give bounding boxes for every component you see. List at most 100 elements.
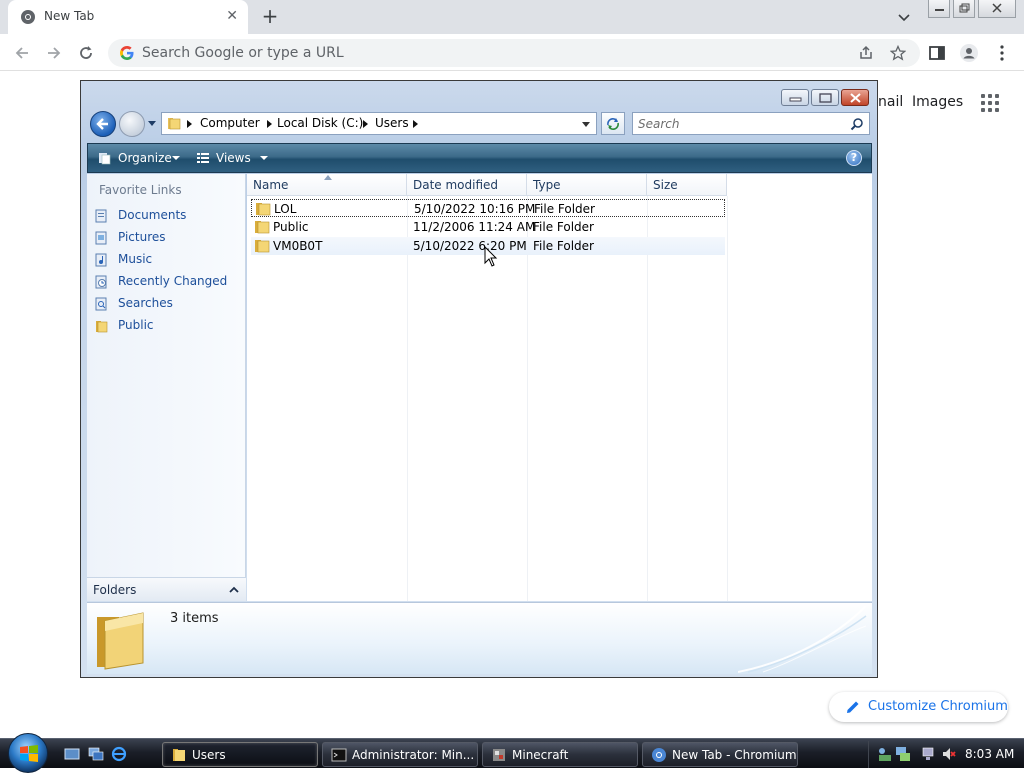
chromium-icon — [652, 748, 666, 762]
favorite-links-heading: Favorite Links — [99, 183, 182, 197]
views-icon — [197, 153, 209, 163]
bookmark-star-icon[interactable] — [890, 45, 906, 61]
explorer-back-button[interactable] — [90, 111, 116, 137]
minimize-icon — [789, 97, 802, 102]
refresh-button[interactable] — [601, 112, 625, 135]
restore-button[interactable] — [953, 0, 975, 18]
recently-changed-icon — [95, 275, 107, 289]
taskbar-button-users[interactable]: Users — [162, 742, 318, 767]
network-icon[interactable] — [921, 746, 937, 762]
file-row[interactable]: LOL 5/10/2022 10:16 PM File Folder — [251, 199, 725, 217]
history-dropdown-icon[interactable] — [147, 121, 157, 127]
pictures-icon — [95, 231, 107, 245]
help-button[interactable]: ? — [846, 150, 862, 166]
taskbar-button-label: Administrator: Min... — [352, 748, 475, 762]
share-icon[interactable] — [858, 45, 874, 61]
explorer-close-button[interactable] — [841, 89, 869, 106]
column-header-name[interactable]: Name — [247, 174, 407, 196]
close-icon — [992, 3, 1002, 13]
music-icon — [95, 253, 107, 267]
address-row: Computer Local Disk (C:) Users Search — [87, 109, 873, 139]
breadcrumb-computer[interactable]: Computer — [200, 116, 260, 130]
file-type: File Folder — [533, 239, 594, 253]
address-dropdown-icon[interactable] — [582, 122, 590, 127]
command-bar: Organize Views ? — [87, 143, 872, 173]
column-label: Size — [653, 178, 678, 192]
organize-button[interactable]: Organize — [118, 151, 172, 165]
reload-icon[interactable] — [76, 43, 96, 63]
tab-new-tab[interactable]: New Tab ✕ — [8, 0, 248, 34]
pencil-icon — [847, 701, 859, 713]
chevron-down-icon[interactable] — [895, 8, 913, 26]
folders-toggle[interactable]: Folders — [87, 577, 246, 601]
google-apps-icon[interactable] — [981, 94, 999, 112]
column-header-type[interactable]: Type — [527, 174, 647, 196]
cmd-icon — [331, 748, 347, 762]
file-date: 11/2/2006 11:24 AM — [413, 220, 536, 234]
nav-item-searches[interactable]: Searches — [95, 295, 243, 313]
chevron-up-icon — [229, 586, 239, 593]
show-desktop-icon[interactable] — [64, 746, 80, 762]
nav-item-documents[interactable]: Documents — [95, 207, 243, 225]
gmail-link[interactable]: nail — [878, 94, 903, 110]
address-bar[interactable]: Computer Local Disk (C:) Users — [161, 112, 597, 135]
explorer-search-input[interactable]: Search — [632, 112, 870, 135]
breadcrumb-arrow-icon[interactable] — [187, 120, 192, 128]
start-button[interactable] — [8, 733, 48, 773]
documents-icon — [95, 209, 107, 223]
back-arrow-icon — [96, 118, 108, 130]
back-arrow-icon[interactable] — [12, 43, 32, 63]
taskbar-button-minecraft[interactable]: Minecraft — [482, 742, 638, 767]
clock[interactable]: 8:03 AM — [965, 747, 1014, 761]
nav-item-music[interactable]: Music — [95, 251, 243, 269]
close-tab-icon[interactable]: ✕ — [226, 8, 238, 24]
nav-item-public[interactable]: Public — [95, 317, 243, 335]
images-link[interactable]: Images — [912, 94, 963, 110]
switch-windows-icon[interactable] — [88, 746, 104, 762]
nav-item-recently-changed[interactable]: Recently Changed — [95, 273, 243, 291]
breadcrumb-arrow-icon[interactable] — [267, 120, 272, 128]
searches-icon — [95, 297, 107, 311]
explorer-maximize-button[interactable] — [811, 89, 839, 106]
taskbar-button-administrator[interactable]: Administrator: Min... — [322, 742, 478, 767]
minimize-button[interactable] — [928, 0, 950, 18]
breadcrumb-arrow-icon[interactable] — [413, 120, 418, 128]
organize-dropdown-icon[interactable] — [172, 156, 180, 160]
omnibox-placeholder: Search Google or type a URL — [142, 45, 344, 61]
omnibox[interactable]: Search Google or type a URL — [108, 39, 920, 67]
taskbar-button-label: New Tab - Chromium — [672, 748, 797, 762]
breadcrumb-local-disk[interactable]: Local Disk (C:) — [277, 116, 363, 130]
volume-muted-icon[interactable] — [941, 746, 957, 762]
breadcrumb-users[interactable]: Users — [375, 116, 409, 130]
explorer-minimize-button[interactable] — [781, 89, 809, 106]
taskbar-button-chromium[interactable]: New Tab - Chromium — [642, 742, 798, 767]
folder-icon — [173, 749, 185, 761]
decorative-swoosh — [738, 605, 867, 673]
views-button[interactable]: Views — [216, 151, 251, 165]
nav-item-label: Public — [118, 318, 154, 332]
close-window-button[interactable] — [978, 0, 1016, 18]
folder-icon — [255, 221, 270, 234]
taskbar-button-label: Users — [192, 748, 226, 762]
forward-arrow-icon[interactable] — [44, 43, 64, 63]
profile-avatar-icon[interactable] — [959, 43, 979, 63]
column-divider — [527, 196, 528, 601]
internet-explorer-icon[interactable] — [111, 746, 127, 762]
search-icon[interactable] — [850, 117, 864, 131]
new-tab-button[interactable]: + — [259, 5, 281, 27]
column-header-date-modified[interactable]: Date modified — [407, 174, 527, 196]
file-row[interactable]: Public 11/2/2006 11:24 AM File Folder — [251, 218, 725, 236]
customize-chromium-button[interactable]: Customize Chromium — [829, 692, 1008, 722]
side-panel-icon[interactable] — [927, 43, 947, 63]
close-icon — [850, 93, 861, 103]
nav-item-pictures[interactable]: Pictures — [95, 229, 243, 247]
kebab-menu-icon[interactable] — [992, 43, 1012, 63]
column-header-size[interactable]: Size — [647, 174, 727, 196]
views-dropdown-icon[interactable] — [260, 156, 268, 160]
details-pane: 3 items — [87, 602, 872, 674]
network-status-icon[interactable] — [895, 746, 911, 762]
breadcrumb-arrow-icon[interactable] — [363, 120, 368, 128]
windows-logo-icon — [20, 745, 38, 762]
users-tray-icon[interactable] — [877, 746, 893, 762]
explorer-forward-button[interactable] — [119, 111, 145, 137]
